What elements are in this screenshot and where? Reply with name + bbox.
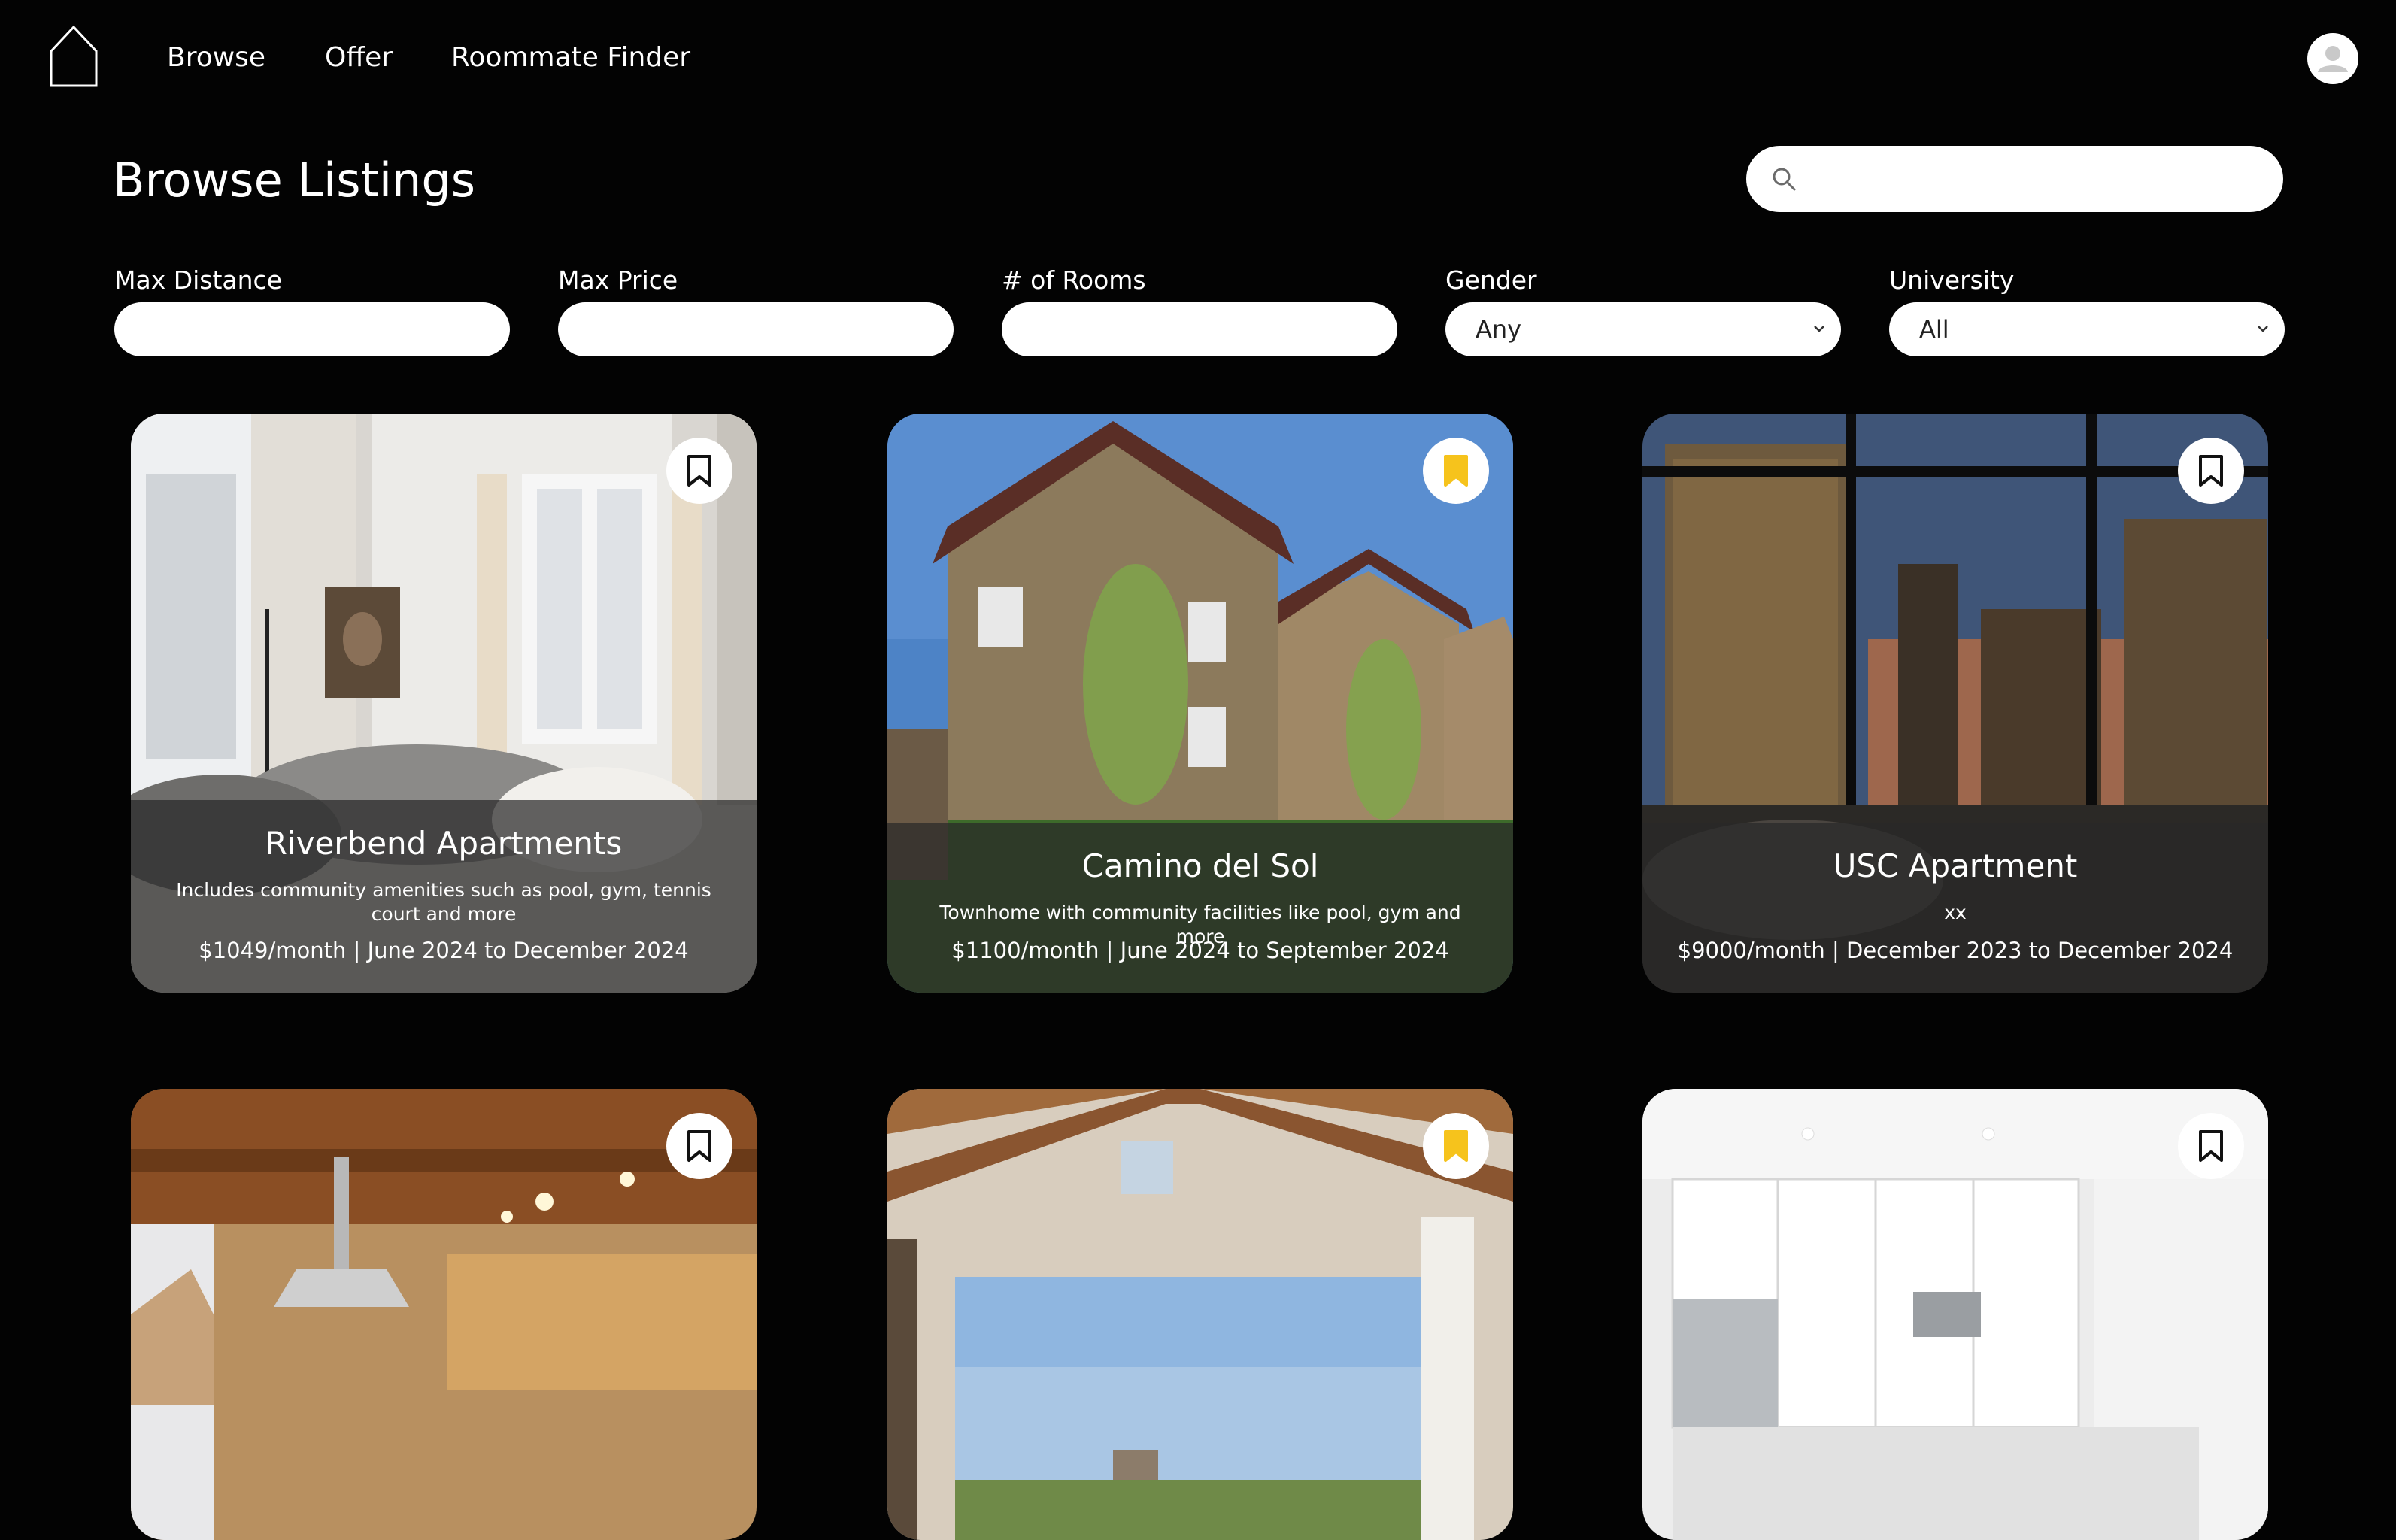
home-logo-icon[interactable] <box>48 24 99 89</box>
rooms-label: # of Rooms <box>1002 265 1146 295</box>
listing-photo <box>1642 1089 2268 1540</box>
gender-selected-value: Any <box>1476 315 1522 344</box>
listing-title: USC Apartment <box>1833 847 2078 884</box>
listing-info-panel: Riverbend Apartments Includes community … <box>131 800 757 993</box>
rooms-input[interactable] <box>1002 302 1397 356</box>
max-price-input[interactable] <box>558 302 954 356</box>
user-icon <box>2318 46 2348 72</box>
user-avatar[interactable] <box>2307 33 2358 84</box>
gender-select[interactable]: Any <box>1445 302 1841 356</box>
chevron-down-icon <box>1814 326 1824 332</box>
max-price-label: Max Price <box>558 265 678 295</box>
bookmark-button[interactable] <box>2178 438 2244 504</box>
listing-card[interactable] <box>887 1089 1513 1540</box>
listing-card[interactable] <box>1642 1089 2268 1540</box>
filter-rooms: # of Rooms <box>1002 263 1397 356</box>
listing-description: xx <box>1944 902 1967 923</box>
search-bar[interactable] <box>1746 146 2283 212</box>
listing-title: Riverbend Apartments <box>265 825 623 862</box>
listing-title: Camino del Sol <box>1081 847 1319 884</box>
bookmark-icon <box>1444 455 1468 487</box>
listing-card[interactable]: Riverbend Apartments Includes community … <box>131 414 757 993</box>
listing-card[interactable]: Camino del Sol Townhome with community f… <box>887 414 1513 993</box>
university-selected-value: All <box>1919 315 1949 344</box>
listing-description: Includes community amenities such as poo… <box>176 879 711 925</box>
nav-browse[interactable]: Browse <box>167 39 265 77</box>
listing-photo <box>131 1089 757 1540</box>
chevron-down-icon <box>2258 326 2268 332</box>
nav-offer[interactable]: Offer <box>325 39 393 77</box>
listing-info-panel: Camino del Sol Townhome with community f… <box>887 823 1513 993</box>
filter-max-price: Max Price <box>558 263 954 356</box>
bookmark-button[interactable] <box>2178 1113 2244 1179</box>
bookmark-button[interactable] <box>666 1113 732 1179</box>
search-icon <box>1773 168 1796 191</box>
filter-university: University All <box>1889 263 2285 356</box>
listing-photo <box>887 1089 1513 1540</box>
top-navigation: Browse Offer Roommate Finder <box>0 0 2396 113</box>
listing-price-dates: $1049/month | June 2024 to December 2024 <box>199 938 689 963</box>
bookmark-icon <box>2199 1130 2223 1162</box>
listing-price-dates: $1100/month | June 2024 to September 202… <box>951 938 1449 963</box>
bookmark-button[interactable] <box>1423 438 1489 504</box>
bookmark-icon <box>687 1130 711 1162</box>
gender-label: Gender <box>1445 265 1537 295</box>
university-select[interactable]: All <box>1889 302 2285 356</box>
filter-max-distance: Max Distance <box>114 263 510 356</box>
page-title: Browse Listings <box>113 153 476 208</box>
listing-price-dates: $9000/month | December 2023 to December … <box>1677 938 2234 963</box>
bookmark-button[interactable] <box>666 438 732 504</box>
listing-info-panel: USC Apartment xx $9000/month | December … <box>1642 823 2268 993</box>
university-label: University <box>1889 265 2015 295</box>
nav-roommate-finder[interactable]: Roommate Finder <box>451 39 690 77</box>
max-distance-label: Max Distance <box>114 265 283 295</box>
bookmark-icon <box>1444 1130 1468 1162</box>
listing-card[interactable] <box>131 1089 757 1540</box>
listing-card[interactable]: USC Apartment xx $9000/month | December … <box>1642 414 2268 993</box>
max-distance-input[interactable] <box>114 302 510 356</box>
filter-gender: Gender Any <box>1445 263 1841 356</box>
bookmark-button[interactable] <box>1423 1113 1489 1179</box>
search-input[interactable] <box>1809 146 2268 212</box>
bookmark-icon <box>2199 455 2223 487</box>
bookmark-icon <box>687 455 711 487</box>
